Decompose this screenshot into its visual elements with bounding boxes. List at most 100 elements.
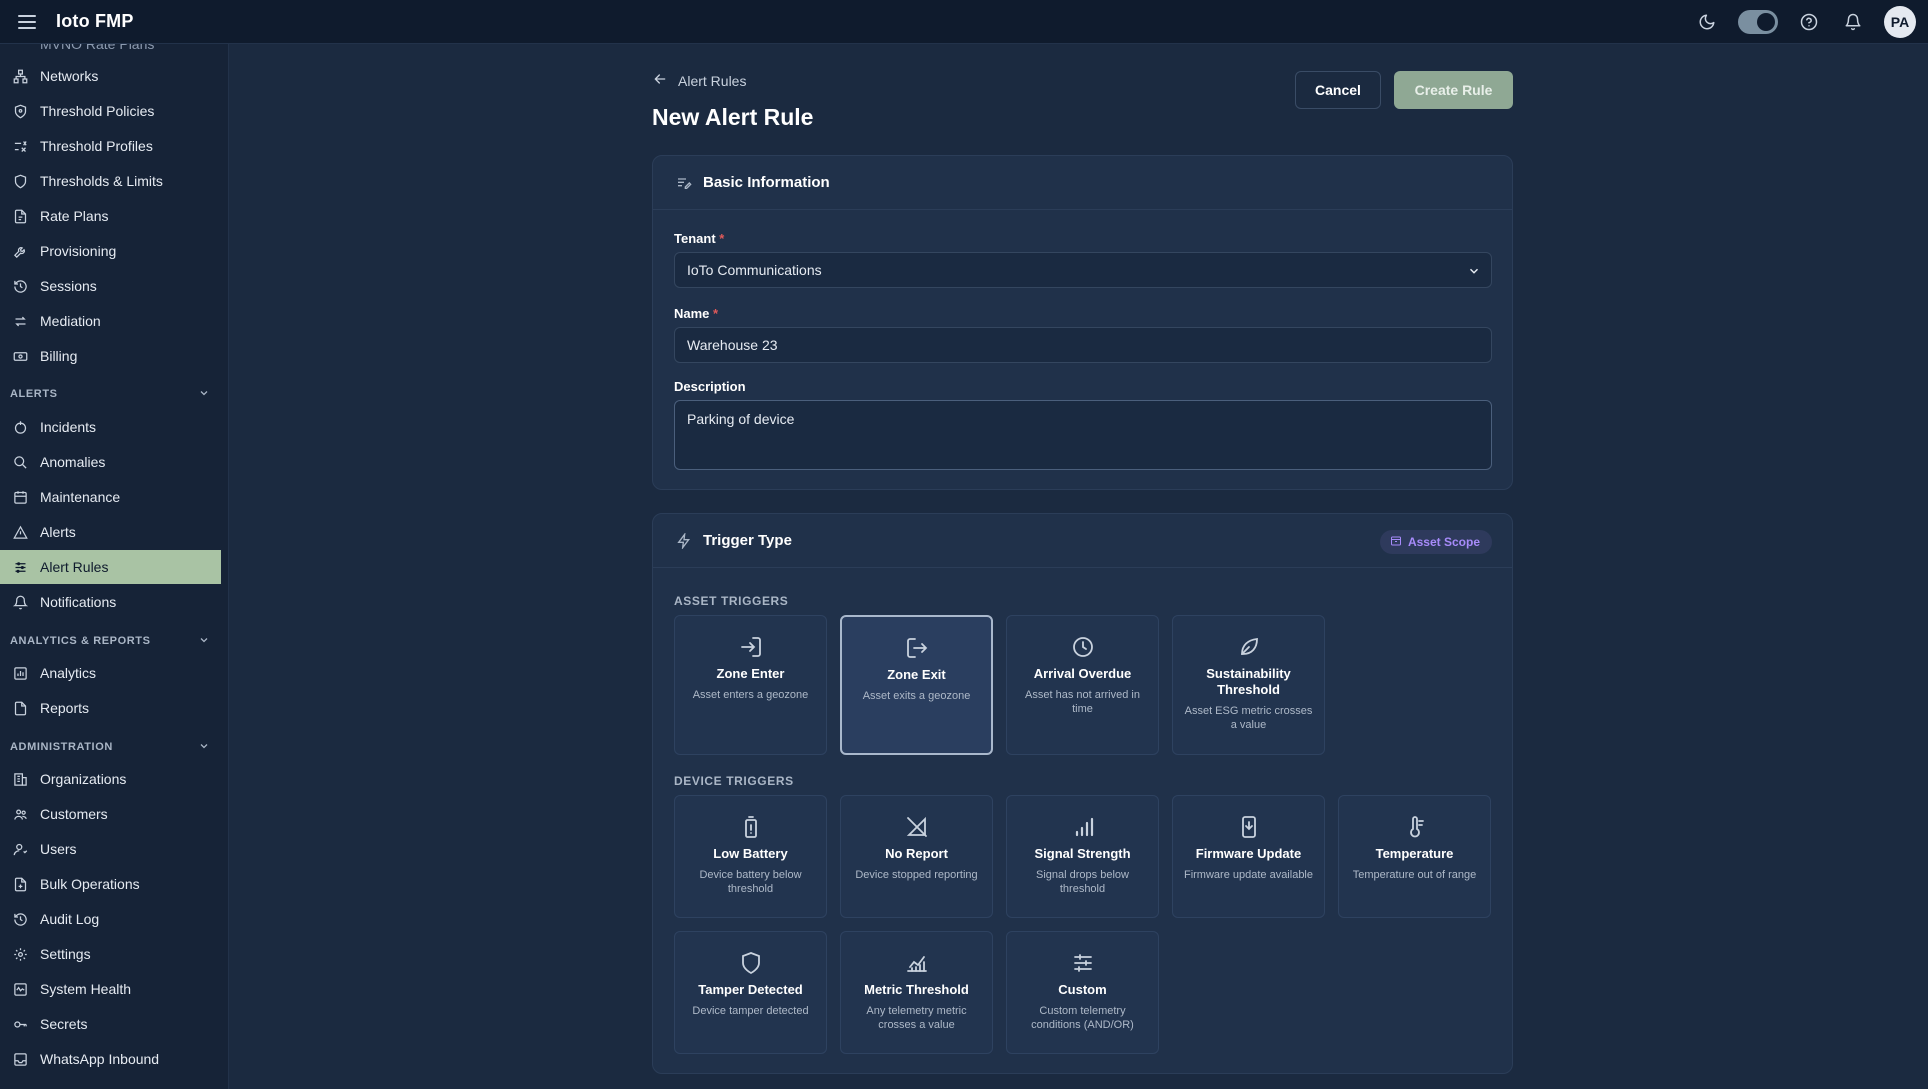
sidebar-item-label: Incidents xyxy=(40,419,97,435)
document-icon xyxy=(12,208,28,224)
lightning-icon xyxy=(675,532,693,550)
trigger-tile-low-battery[interactable]: Low Battery Device battery below thresho… xyxy=(674,795,827,918)
trigger-tile-temperature[interactable]: Temperature Temperature out of range xyxy=(1338,795,1491,918)
sidebar-item-reports[interactable]: Reports xyxy=(0,691,221,725)
calendar-icon xyxy=(12,489,28,505)
sidebar-section-analytics[interactable]: ANALYTICS & REPORTS xyxy=(10,631,210,651)
tile-description: Device stopped reporting xyxy=(855,869,978,881)
tenant-select[interactable]: IoTo Communications xyxy=(674,252,1492,288)
trigger-tile-signal-strength[interactable]: Signal Strength Signal drops below thres… xyxy=(1006,795,1159,918)
sidebar-item-analytics[interactable]: Analytics xyxy=(0,656,221,690)
sidebar-item-notifications[interactable]: Notifications xyxy=(0,585,221,619)
wrench-icon xyxy=(12,243,28,259)
moon-icon[interactable] xyxy=(1694,9,1720,35)
description-label: Description xyxy=(674,379,746,394)
sidebar-item-customers[interactable]: Customers xyxy=(0,797,221,831)
topbar-actions: PA xyxy=(1694,0,1916,44)
tile-title: Metric Threshold xyxy=(864,982,969,997)
sidebar-section-alerts[interactable]: ALERTS xyxy=(10,384,210,404)
tile-description: Custom telemetry conditions (AND/OR) xyxy=(1031,1005,1134,1031)
trigger-tile-metric-threshold[interactable]: Metric Threshold Any telemetry metric cr… xyxy=(840,931,993,1054)
battery-icon xyxy=(675,814,826,840)
trigger-tile-firmware-update[interactable]: Firmware Update Firmware update availabl… xyxy=(1172,795,1325,918)
sidebar-item-label: Networks xyxy=(40,68,99,84)
sidebar-section-administration[interactable]: ADMINISTRATION xyxy=(10,737,210,757)
tile-description: Device tamper detected xyxy=(692,1005,809,1017)
sidebar-item-label: Notifications xyxy=(40,594,117,610)
sidebar-item-alert-rules[interactable]: Alert Rules xyxy=(0,550,221,584)
sidebar-item-label: Analytics xyxy=(40,665,97,681)
trigger-type-card: Trigger Type Asset Scope ASSET TRIGGERS … xyxy=(652,513,1513,1074)
inbox-icon xyxy=(12,1051,28,1067)
tile-title: Low Battery xyxy=(713,846,788,861)
chevron-down-icon xyxy=(1467,264,1481,281)
sliders-icon xyxy=(12,559,28,575)
tile-description: Any telemetry metric crosses a value xyxy=(866,1005,967,1031)
sidebar-item-system-health[interactable]: System Health xyxy=(0,972,221,1006)
sidebar-item-secrets[interactable]: Secrets xyxy=(0,1007,221,1041)
sidebar-item-incidents[interactable]: Incidents xyxy=(0,410,221,444)
name-input[interactable] xyxy=(674,327,1492,363)
edit-lines-icon xyxy=(675,174,693,192)
tile-description: Asset ESG metric crosses a value xyxy=(1184,705,1313,731)
chevron-down-icon xyxy=(198,634,210,649)
sidebar-item-whatsapp-inbound[interactable]: WhatsApp Inbound xyxy=(0,1042,221,1076)
warning-icon xyxy=(12,524,28,540)
sidebar-item-threshold-profiles[interactable]: Threshold Profiles xyxy=(0,129,221,163)
sidebar-item-threshold-policies[interactable]: Threshold Policies xyxy=(0,94,221,128)
sidebar-item-maintenance[interactable]: Maintenance xyxy=(0,480,221,514)
sidebar-item-audit-log[interactable]: Audit Log xyxy=(0,902,221,936)
trigger-tile-no-report[interactable]: No Report Device stopped reporting xyxy=(840,795,993,918)
sidebar-item-alerts[interactable]: Alerts xyxy=(0,515,221,549)
sidebar-item-provisioning[interactable]: Provisioning xyxy=(0,234,221,268)
sidebar-item-sessions[interactable]: Sessions xyxy=(0,269,221,303)
history-icon xyxy=(12,911,28,927)
thermometer-icon xyxy=(1339,814,1490,840)
tile-title: Arrival Overdue xyxy=(1033,666,1132,681)
menu-icon[interactable] xyxy=(18,14,36,29)
sidebar-item-bulk-operations[interactable]: Bulk Operations xyxy=(0,867,221,901)
back-link[interactable]: Alert Rules xyxy=(652,71,746,90)
user-avatar[interactable]: PA xyxy=(1884,6,1916,38)
trigger-tile-zone-exit[interactable]: Zone Exit Asset exits a geozone xyxy=(840,615,993,755)
create-rule-button[interactable]: Create Rule xyxy=(1394,71,1513,109)
sidebar-item-label: Rate Plans xyxy=(40,208,109,224)
history-icon xyxy=(12,278,28,294)
sidebar-item-rate-plans[interactable]: Rate Plans xyxy=(0,199,221,233)
sidebar-item-label: WhatsApp Inbound xyxy=(40,1051,160,1067)
device-triggers-label: DEVICE TRIGGERS xyxy=(674,774,794,788)
sidebar-item-networks[interactable]: Networks xyxy=(0,59,221,93)
trigger-tile-tamper-detected[interactable]: Tamper Detected Device tamper detected xyxy=(674,931,827,1054)
sidebar-item-label: Maintenance xyxy=(40,489,121,505)
sliders-icon xyxy=(12,138,28,154)
tenant-label: Tenant * xyxy=(674,231,725,246)
trigger-tile-custom[interactable]: Custom Custom telemetry conditions (AND/… xyxy=(1006,931,1159,1054)
sidebar-item-users[interactable]: Users xyxy=(0,832,221,866)
tile-description: Signal drops below threshold xyxy=(1036,869,1129,895)
sidebar-item-anomalies[interactable]: Anomalies xyxy=(0,445,221,479)
theme-toggle[interactable] xyxy=(1738,10,1778,34)
trigger-tile-arrival-overdue[interactable]: Arrival Overdue Asset has not arrived in… xyxy=(1006,615,1159,755)
arrows-swap-icon xyxy=(12,313,28,329)
sidebar-item-settings[interactable]: Settings xyxy=(0,937,221,971)
name-label: Name * xyxy=(674,306,719,321)
cancel-button[interactable]: Cancel xyxy=(1295,71,1381,109)
trigger-tile-zone-enter[interactable]: Zone Enter Asset enters a geozone xyxy=(674,615,827,755)
sidebar-item-label: Threshold Profiles xyxy=(40,138,153,154)
sidebar-item-billing[interactable]: Billing xyxy=(0,339,221,373)
leaf-icon xyxy=(1173,634,1324,660)
bell-icon[interactable] xyxy=(1840,9,1866,35)
trigger-tile-sustainability-threshold[interactable]: Sustainability Threshold Asset ESG metri… xyxy=(1172,615,1325,755)
tile-title: Tamper Detected xyxy=(698,982,803,997)
sidebar-item-label: Bulk Operations xyxy=(40,876,140,892)
sidebar-item-partial[interactable]: MVNO Rate Plans xyxy=(40,44,154,52)
description-textarea[interactable]: Parking of device xyxy=(674,400,1492,470)
help-icon[interactable] xyxy=(1796,9,1822,35)
file-icon xyxy=(12,700,28,716)
sidebar-item-thresholds-limits[interactable]: Thresholds & Limits xyxy=(0,164,221,198)
sidebar-item-organizations[interactable]: Organizations xyxy=(0,762,221,796)
gear-icon xyxy=(12,946,28,962)
sidebar-item-label: Sessions xyxy=(40,278,97,294)
card-title: Basic Information xyxy=(703,174,830,191)
sidebar-item-mediation[interactable]: Mediation xyxy=(0,304,221,338)
